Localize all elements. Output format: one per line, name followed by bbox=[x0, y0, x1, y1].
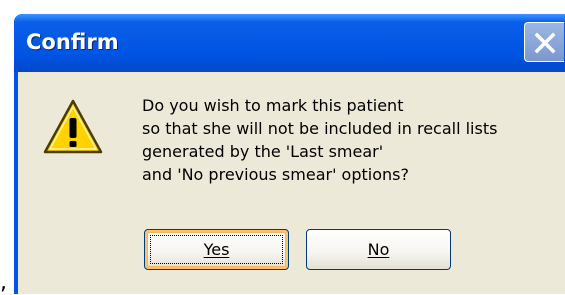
no-button-label: No bbox=[367, 240, 390, 259]
yes-button[interactable]: Yes bbox=[144, 229, 289, 270]
dialog-message: Do you wish to mark this patient so that… bbox=[142, 94, 562, 186]
title-bar[interactable]: Confirm bbox=[14, 14, 565, 72]
message-line: generated by the 'Last smear' bbox=[142, 142, 384, 161]
yes-button-label: Yes bbox=[203, 240, 230, 259]
dialog-title: Confirm bbox=[26, 30, 119, 54]
confirm-dialog: Confirm Do you wish to mark this patient… bbox=[14, 14, 565, 294]
stray-comma: , bbox=[0, 270, 7, 295]
close-button[interactable] bbox=[524, 22, 564, 62]
message-line: and 'No previous smear' options? bbox=[142, 165, 409, 184]
dialog-body: Do you wish to mark this patient so that… bbox=[18, 72, 565, 294]
close-icon bbox=[534, 32, 556, 54]
message-line: Do you wish to mark this patient bbox=[142, 96, 404, 115]
warning-icon bbox=[43, 99, 103, 154]
message-line: so that she will not be included in reca… bbox=[142, 119, 498, 138]
no-button[interactable]: No bbox=[306, 229, 451, 270]
